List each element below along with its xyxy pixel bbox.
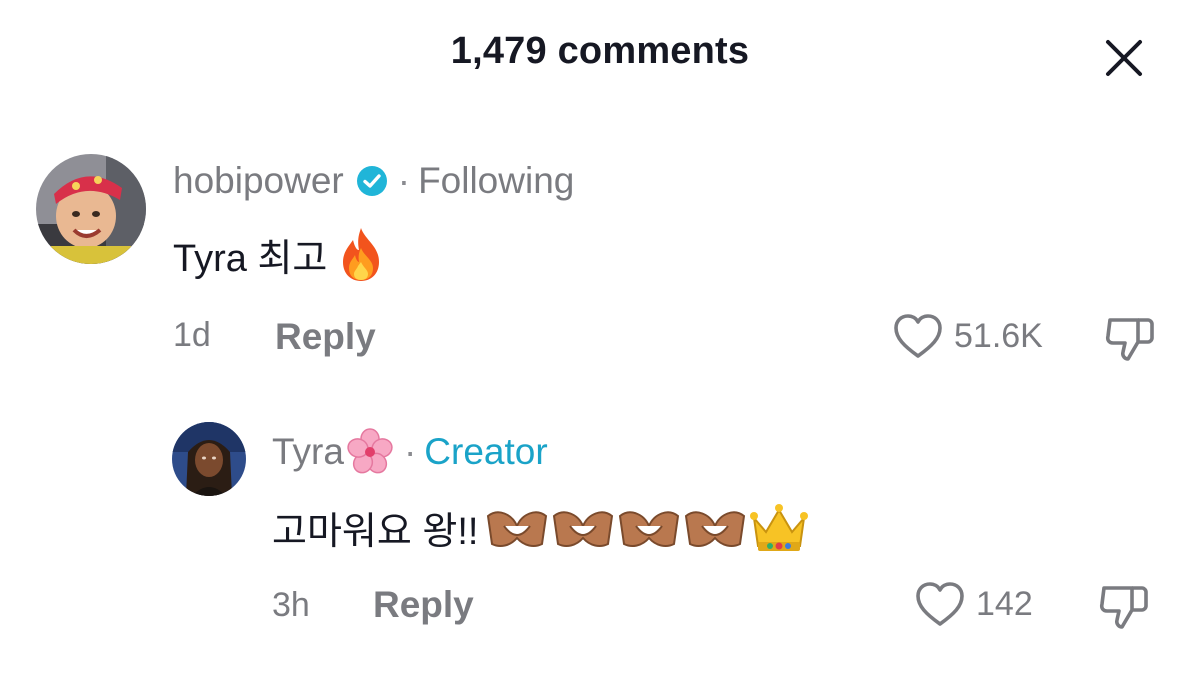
like-count: 51.6K bbox=[954, 316, 1043, 355]
comment-time: 1d bbox=[173, 316, 211, 354]
comment-text: 고마워요 왕!! bbox=[272, 511, 479, 553]
like-button[interactable]: 51.6K bbox=[892, 312, 1043, 360]
heart-icon bbox=[894, 314, 942, 358]
fire-icon bbox=[343, 228, 380, 281]
cherry-blossom-icon bbox=[347, 428, 393, 474]
creator-label: Creator bbox=[424, 431, 548, 472]
comment-time: 3h bbox=[272, 586, 310, 624]
like-button[interactable]: 142 bbox=[914, 580, 1033, 628]
thumbs-down-icon bbox=[1099, 586, 1148, 629]
close-button[interactable] bbox=[1098, 32, 1150, 84]
crown-icon bbox=[750, 503, 809, 551]
reply-button[interactable]: Reply bbox=[275, 316, 376, 358]
heart-hands-icon bbox=[487, 510, 548, 547]
thumbs-down-icon bbox=[1105, 318, 1154, 361]
dislike-button[interactable] bbox=[1098, 580, 1150, 637]
dislike-button[interactable] bbox=[1104, 312, 1156, 369]
avatar[interactable] bbox=[172, 422, 246, 496]
comment-text: Tyra 최고 bbox=[173, 237, 328, 280]
separator-dot: · bbox=[403, 431, 417, 472]
close-icon bbox=[1106, 40, 1142, 76]
comment-username[interactable]: hobipower bbox=[173, 160, 344, 202]
separator-dot: · bbox=[397, 160, 411, 201]
reply-button[interactable]: Reply bbox=[373, 584, 474, 626]
comments-count-title: 1,479 comments bbox=[450, 30, 750, 72]
verified-badge-icon bbox=[356, 166, 387, 196]
like-count: 142 bbox=[976, 584, 1033, 623]
heart-hands-icon bbox=[619, 510, 680, 547]
avatar[interactable] bbox=[36, 154, 146, 264]
comment-username[interactable]: Tyra bbox=[272, 431, 344, 473]
heart-icon bbox=[916, 582, 964, 626]
emoji-group bbox=[484, 502, 810, 554]
heart-hands-icon bbox=[685, 510, 746, 547]
heart-hands-icon bbox=[553, 510, 614, 547]
following-label: Following bbox=[418, 160, 575, 201]
